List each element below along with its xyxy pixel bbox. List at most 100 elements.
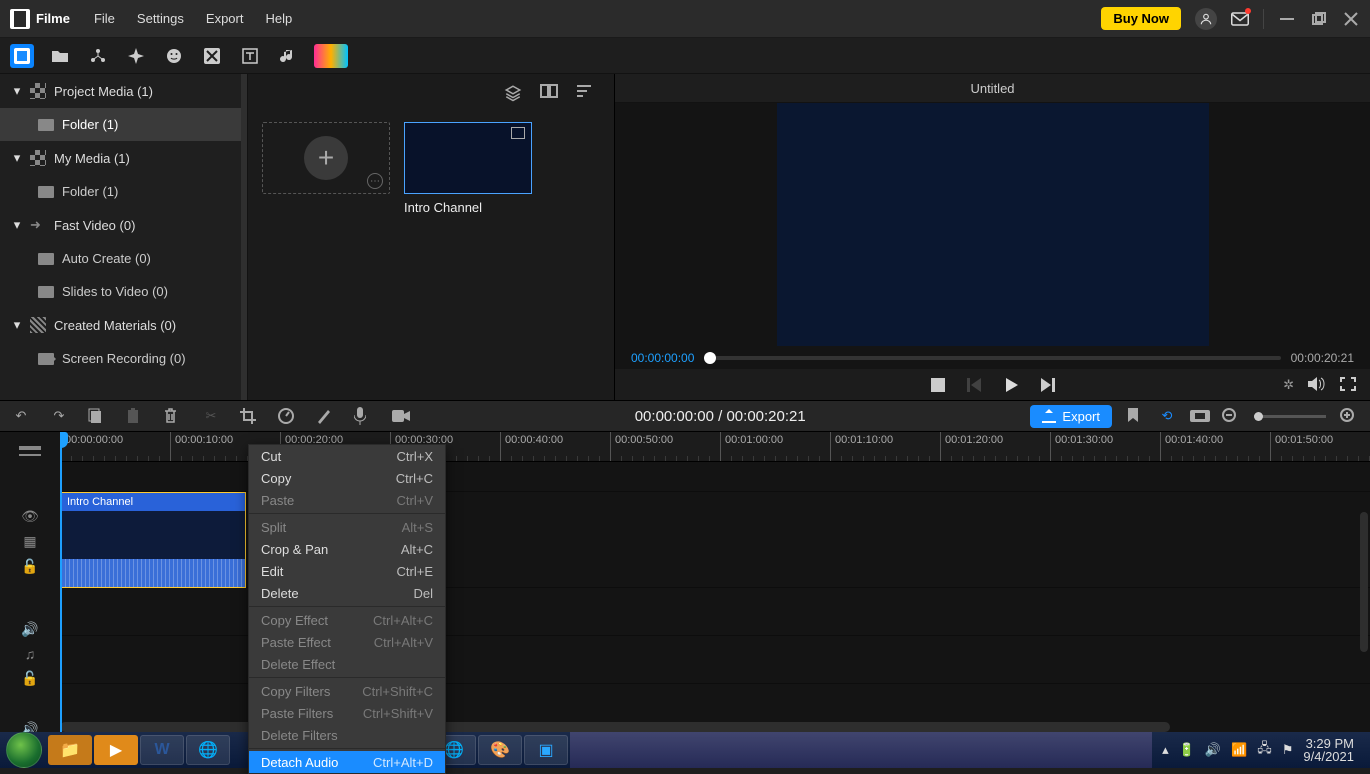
transition-button[interactable] [200, 44, 224, 68]
preview-panel: Untitled 00:00:00:00 00:00:20:21 ✲ [614, 74, 1370, 400]
stop-button[interactable] [931, 378, 945, 392]
taskbar-media-player[interactable]: ▶ [94, 735, 138, 765]
video-track-icon[interactable]: ▦ [23, 533, 36, 550]
music-track-icon[interactable]: ♫ [25, 646, 36, 662]
taskbar-chrome[interactable]: 🌐 [186, 735, 230, 765]
nodes-button[interactable] [86, 44, 110, 68]
color-button[interactable] [316, 408, 334, 424]
sidebar-group-fast-video[interactable]: ▾ Fast Video (0) [0, 208, 247, 242]
zoom-knob[interactable] [1254, 412, 1263, 421]
preview-video[interactable] [777, 103, 1209, 346]
sidebar-group-project-media[interactable]: ▾ Project Media (1) [0, 74, 247, 108]
delete-button[interactable] [164, 408, 182, 424]
sidebar-item-screen-recording[interactable]: Screen Recording (0) [0, 342, 247, 375]
window-minimize-icon[interactable] [1278, 10, 1296, 28]
context-menu-shortcut: Alt+C [401, 542, 433, 557]
progress-knob[interactable] [704, 352, 716, 364]
sidebar-group-my-media[interactable]: ▾ My Media (1) [0, 141, 247, 175]
account-icon[interactable] [1195, 8, 1217, 30]
fullscreen-icon[interactable] [1340, 377, 1356, 393]
menu-file[interactable]: File [94, 11, 115, 26]
context-menu-item[interactable]: EditCtrl+E [249, 560, 445, 582]
window-close-icon[interactable] [1342, 10, 1360, 28]
redo-button[interactable]: ↷ [50, 408, 68, 424]
undo-button[interactable]: ↶ [12, 408, 30, 424]
sort-icon[interactable] [576, 84, 592, 112]
sparkle-button[interactable] [124, 44, 148, 68]
tray-wifi-icon[interactable]: 📶 [1231, 742, 1247, 758]
ruler-tick: 00:00:40:00 [500, 432, 563, 461]
zoom-in-button[interactable] [1340, 408, 1358, 424]
sidebar-item-folder-project[interactable]: Folder (1) [0, 108, 247, 141]
context-menu-item[interactable]: Detach AudioCtrl+Alt+D [249, 751, 445, 773]
taskbar-paint[interactable]: 🎨 [478, 735, 522, 765]
media-clip[interactable]: Intro Channel [404, 122, 532, 215]
sidebar-item-auto-create[interactable]: Auto Create (0) [0, 242, 247, 275]
visibility-icon[interactable]: 👁 [21, 508, 39, 525]
tray-flag-icon[interactable]: ⚑ [1282, 742, 1294, 758]
lock-icon[interactable]: 🔓 [21, 558, 38, 575]
marker-button[interactable] [1126, 408, 1144, 424]
crop-button[interactable] [240, 408, 258, 424]
timeline-v-scrollbar[interactable] [1360, 512, 1368, 652]
folder-button[interactable] [48, 44, 72, 68]
menu-settings[interactable]: Settings [137, 11, 184, 26]
tray-network-icon[interactable]: 🖧 [1257, 739, 1272, 761]
start-button[interactable] [6, 732, 42, 768]
settings-icon[interactable]: ✲ [1283, 377, 1294, 393]
tray-volume-icon[interactable]: 🔊 [1205, 742, 1221, 758]
window-maximize-icon[interactable] [1310, 10, 1328, 28]
split-button[interactable]: ✂ [202, 408, 220, 424]
buy-now-button[interactable]: Buy Now [1101, 7, 1181, 30]
logo-icon [10, 9, 30, 29]
context-menu-item[interactable]: Crop & PanAlt+C [249, 538, 445, 560]
tray-clock[interactable]: 3:29 PM 9/4/2021 [1303, 737, 1354, 763]
chevron-down-icon: ▾ [12, 150, 22, 166]
fit-button[interactable] [1190, 410, 1208, 422]
snap-button[interactable]: ⟲ [1158, 408, 1176, 424]
next-frame-button[interactable] [1041, 378, 1055, 392]
lock-icon[interactable]: 🔓 [21, 670, 38, 687]
copy-button[interactable] [88, 408, 106, 424]
context-menu-item[interactable]: CopyCtrl+C [249, 467, 445, 489]
audio-button[interactable] [276, 44, 300, 68]
voiceover-button[interactable] [354, 407, 372, 425]
record-button[interactable] [392, 410, 410, 422]
grid-view-icon[interactable] [540, 84, 558, 112]
speed-button[interactable] [278, 408, 296, 424]
menu-help[interactable]: Help [265, 11, 292, 26]
context-menu-item[interactable]: DeleteDel [249, 582, 445, 604]
layers-icon[interactable] [504, 84, 522, 112]
zoom-out-button[interactable] [1222, 408, 1240, 424]
playhead[interactable] [60, 432, 62, 732]
sidebar-group-created-materials[interactable]: ▾ Created Materials (0) [0, 308, 247, 342]
zoom-slider[interactable] [1254, 415, 1326, 418]
add-media-button[interactable]: + ⋯ [262, 122, 390, 194]
timeline-clip[interactable]: Intro Channel [60, 492, 246, 588]
taskbar-filme[interactable]: ▣ [524, 735, 568, 765]
sidebar-scrollbar[interactable] [241, 74, 247, 400]
media-tab-button[interactable] [10, 44, 34, 68]
tray-chevron-icon[interactable]: ▴ [1162, 742, 1169, 758]
taskbar-word[interactable]: W [140, 735, 184, 765]
tray-battery-icon[interactable]: 🔋 [1179, 742, 1195, 758]
paste-button[interactable] [126, 408, 144, 424]
audio-volume-icon[interactable]: 🔊 [21, 621, 38, 638]
text-button[interactable] [238, 44, 262, 68]
volume-icon[interactable] [1308, 377, 1326, 393]
prev-frame-button[interactable] [967, 378, 981, 392]
mail-icon[interactable] [1231, 10, 1249, 28]
export-button[interactable]: Export [1030, 405, 1112, 428]
effects-button[interactable] [314, 44, 348, 68]
timeline-h-scrollbar[interactable] [60, 722, 1170, 732]
menu-export[interactable]: Export [206, 11, 244, 26]
sticker-button[interactable] [162, 44, 186, 68]
taskbar-explorer[interactable]: 📁 [48, 735, 92, 765]
more-icon[interactable]: ⋯ [367, 173, 383, 189]
context-menu-item[interactable]: CutCtrl+X [249, 445, 445, 467]
sidebar-item-folder-mymedia[interactable]: Folder (1) [0, 175, 247, 208]
hamburger-icon[interactable] [19, 446, 41, 450]
play-button[interactable] [1003, 377, 1019, 393]
preview-progress-track[interactable] [704, 356, 1280, 360]
sidebar-item-slides-to-video[interactable]: Slides to Video (0) [0, 275, 247, 308]
